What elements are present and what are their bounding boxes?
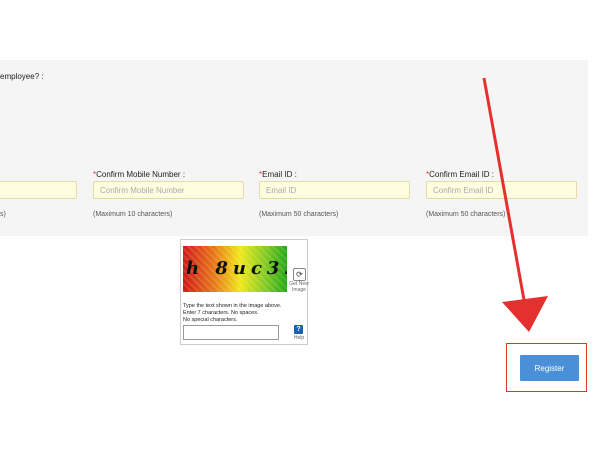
annotation-arrow-shaft xyxy=(482,77,526,301)
captcha-code-text: h 8uc356 xyxy=(186,258,287,279)
register-button[interactable]: Register xyxy=(520,355,579,381)
annotation-arrow-head xyxy=(502,296,548,332)
